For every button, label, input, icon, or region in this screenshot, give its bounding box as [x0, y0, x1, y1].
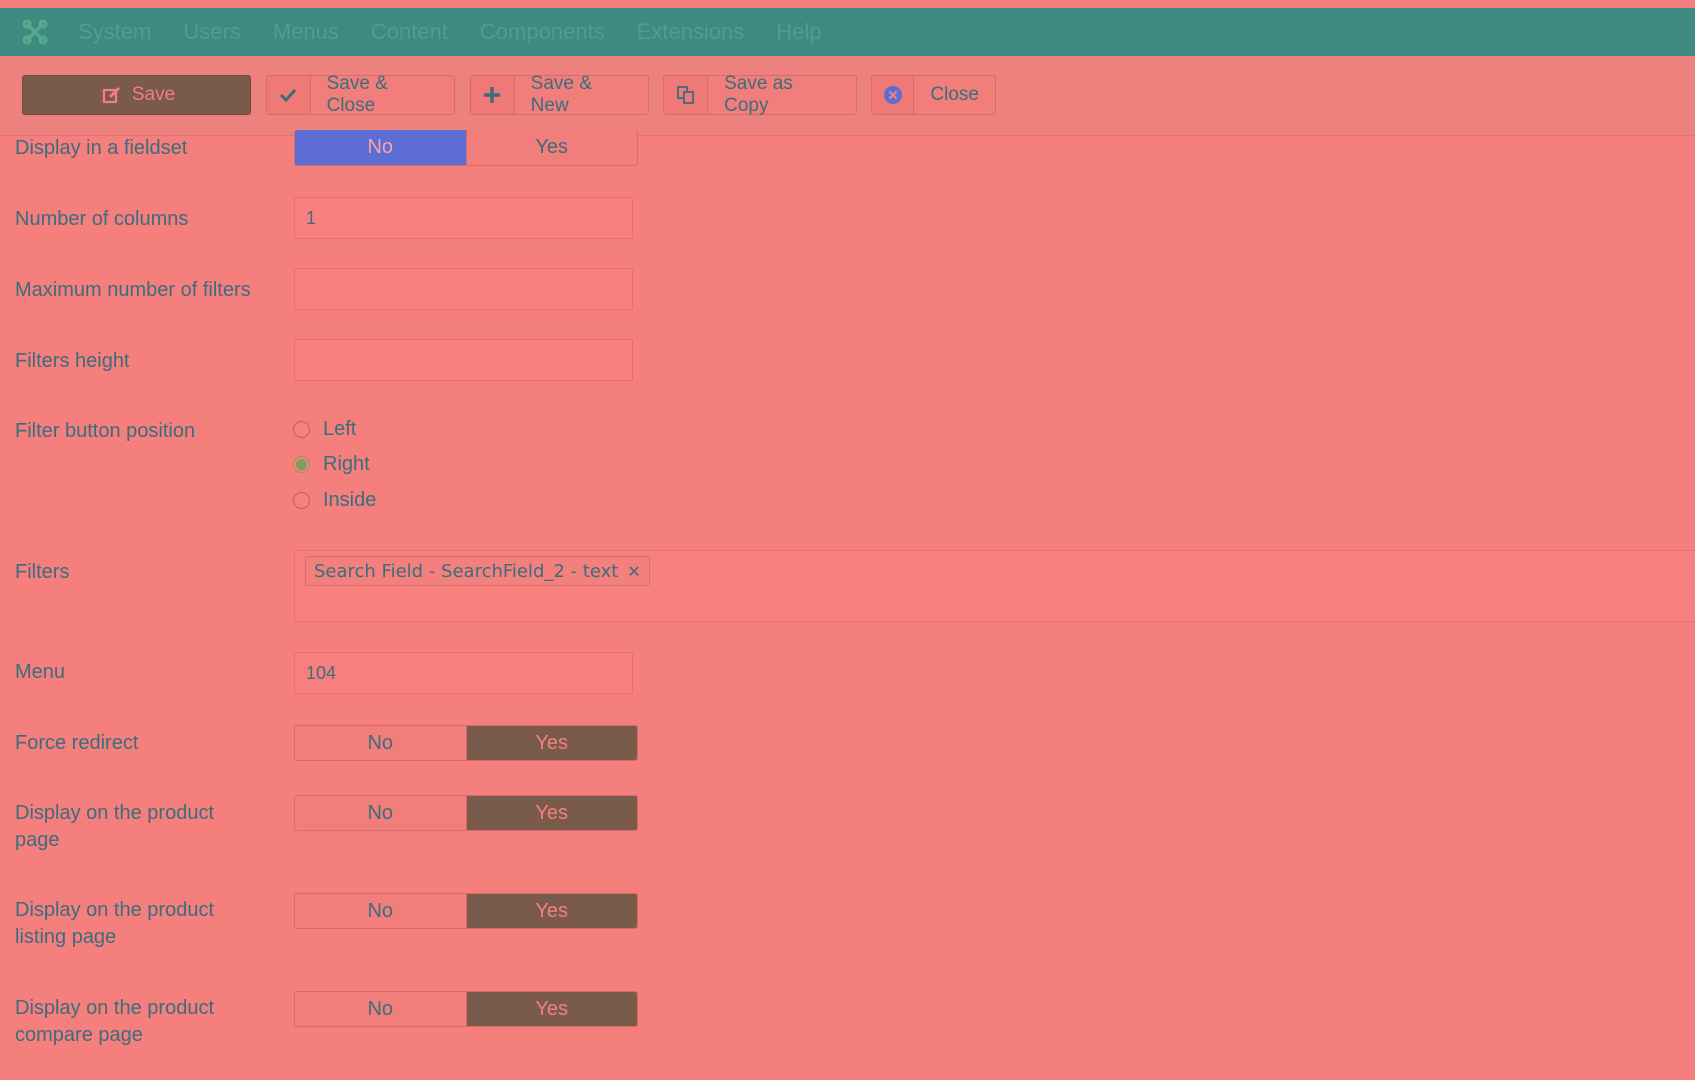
nav-system[interactable]: System — [78, 19, 151, 45]
menu-input[interactable]: 104 — [294, 652, 633, 694]
product-page-toggle: No Yes — [294, 795, 638, 831]
max-filters-label: Maximum number of filters — [15, 279, 251, 301]
filter-tag: Search Field - SearchField_2 - text ✕ — [305, 556, 650, 586]
radio-left[interactable]: Left — [293, 418, 356, 441]
product-page-yes-option[interactable]: Yes — [465, 796, 637, 830]
filter-tag-label: Search Field - SearchField_2 - text — [314, 560, 619, 582]
filters-height-label: Filters height — [15, 350, 130, 372]
save-copy-button[interactable]: Save as Copy — [663, 73, 857, 116]
nav-components[interactable]: Components — [480, 19, 605, 45]
save-close-button[interactable]: Save & Close — [266, 73, 455, 116]
copy-icon — [664, 76, 709, 114]
radio-right-label: Right — [323, 453, 370, 475]
force-redirect-no-option[interactable]: No — [295, 726, 466, 760]
product-page-label-line1: Display on the product — [15, 802, 215, 824]
nav-users[interactable]: Users — [183, 19, 240, 45]
remove-tag-icon[interactable]: ✕ — [627, 562, 640, 581]
force-redirect-label: Force redirect — [15, 732, 139, 754]
button-position-label: Filter button position — [15, 420, 196, 442]
radio-left-label: Left — [323, 418, 357, 440]
listing-page-label: Display on the product listing page — [15, 897, 214, 951]
check-icon — [267, 76, 311, 114]
nav-extensions[interactable]: Extensions — [637, 19, 745, 45]
fieldset-no-option[interactable]: No — [295, 130, 466, 165]
filters-tag-input[interactable]: Search Field - SearchField_2 - text ✕ — [294, 550, 1695, 622]
max-filters-input[interactable] — [294, 268, 633, 310]
radio-inside[interactable]: Inside — [293, 489, 376, 512]
close-label: Close — [930, 84, 979, 105]
product-page-label: Display on the product page — [15, 800, 214, 854]
compare-page-toggle: No Yes — [294, 991, 638, 1027]
nav-menus[interactable]: Menus — [273, 19, 339, 45]
force-redirect-yes-option[interactable]: Yes — [465, 726, 637, 760]
listing-page-toggle: No Yes — [294, 893, 638, 929]
joomla-logo-icon[interactable] — [22, 19, 48, 45]
nav-content[interactable]: Content — [371, 19, 448, 45]
force-redirect-toggle: No Yes — [294, 725, 638, 761]
save-label: Save — [131, 84, 176, 105]
radio-inside-label: Inside — [323, 489, 377, 511]
listing-page-label-line1: Display on the product — [15, 899, 215, 921]
columns-input[interactable]: 1 — [294, 197, 633, 239]
listing-page-no-option[interactable]: No — [295, 894, 466, 928]
fieldset-toggle: No Yes — [294, 130, 638, 166]
save-new-label: Save & New — [530, 73, 592, 116]
plus-icon — [471, 76, 515, 114]
radio-right[interactable]: Right — [293, 453, 370, 476]
close-button[interactable]: Close — [871, 75, 996, 115]
fieldset-yes-option[interactable]: Yes — [465, 130, 637, 165]
save-close-label: Save & Close — [326, 73, 388, 116]
compare-page-no-option[interactable]: No — [295, 992, 466, 1026]
listing-page-yes-option[interactable]: Yes — [465, 894, 637, 928]
radio-right-circle[interactable] — [293, 456, 310, 473]
edit-icon — [98, 76, 126, 114]
columns-label: Number of columns — [15, 208, 189, 230]
save-new-button[interactable]: Save & New — [470, 73, 649, 116]
top-strip — [0, 0, 1695, 8]
filters-label: Filters — [15, 561, 70, 583]
filters-height-input[interactable] — [294, 339, 633, 381]
compare-page-label-line2: compare page — [15, 1024, 143, 1046]
radio-selected-dot — [296, 459, 307, 470]
menu-label: Menu — [15, 661, 66, 683]
save-copy-label: Save as Copy — [724, 73, 793, 116]
product-page-no-option[interactable]: No — [295, 796, 466, 830]
compare-page-yes-option[interactable]: Yes — [465, 992, 637, 1026]
product-page-label-line2: page — [15, 829, 60, 851]
compare-page-label: Display on the product compare page — [15, 995, 214, 1049]
close-circle-icon — [872, 76, 915, 114]
compare-page-label-line1: Display on the product — [15, 997, 215, 1019]
radio-left-circle[interactable] — [293, 421, 310, 438]
listing-page-label-line2: listing page — [15, 926, 117, 948]
top-navbar: System Users Menus Content Components Ex… — [0, 8, 1695, 56]
radio-inside-circle[interactable] — [293, 492, 310, 509]
nav-help[interactable]: Help — [776, 19, 821, 45]
fieldset-label: Display in a fieldset — [15, 137, 188, 159]
save-button[interactable]: Save — [22, 75, 251, 115]
